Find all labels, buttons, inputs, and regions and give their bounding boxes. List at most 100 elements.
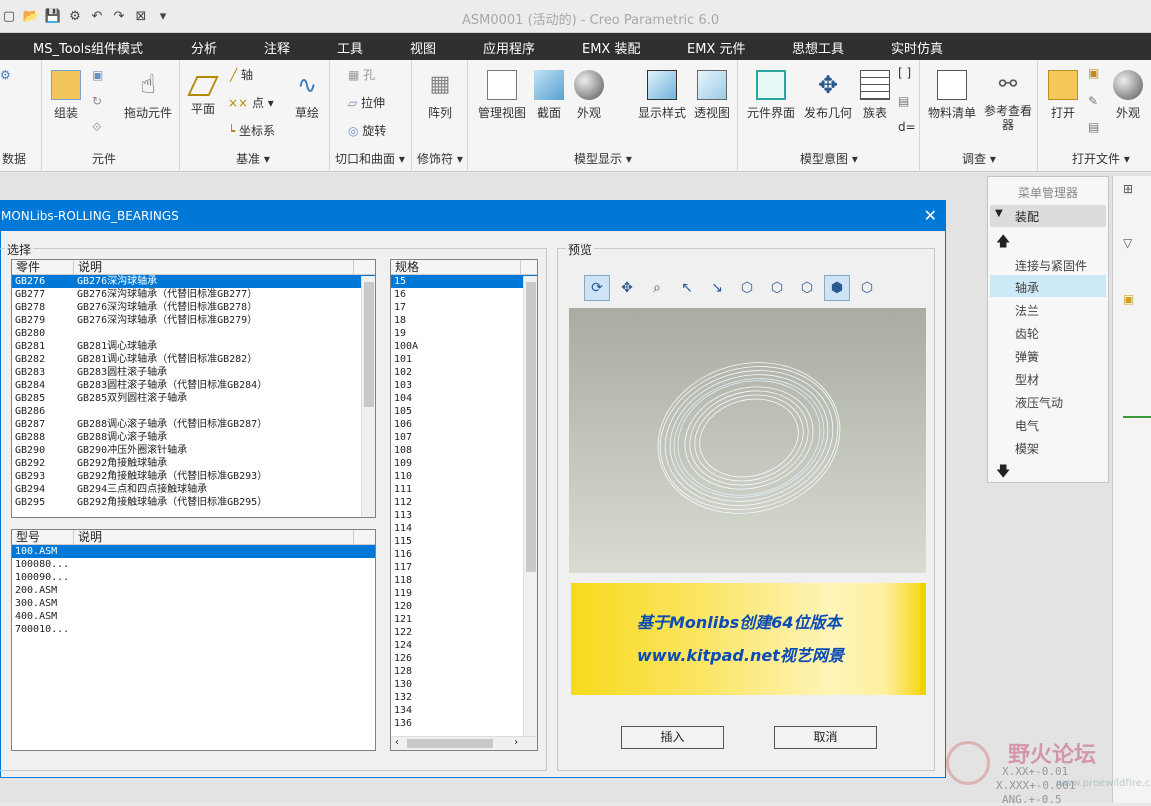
spec-list-row[interactable]: 112: [391, 496, 537, 509]
spec-list-row[interactable]: 132: [391, 691, 537, 704]
insert-button[interactable]: 插入: [621, 726, 724, 749]
menu-view[interactable]: 视图: [410, 38, 436, 57]
no-hidden-icon[interactable]: ⬡: [794, 275, 820, 301]
open-button[interactable]: 打开: [1042, 64, 1084, 121]
mirror-icon[interactable]: ⟐: [92, 120, 101, 135]
spec-list-row[interactable]: 103: [391, 379, 537, 392]
spec-list-row[interactable]: 102: [391, 366, 537, 379]
pattern-button[interactable]: ▦ 阵列: [422, 64, 458, 121]
new-icon[interactable]: ▢: [0, 6, 18, 26]
brackets-icon[interactable]: [ ]: [898, 66, 911, 80]
types-list-row[interactable]: 400.ASM: [12, 610, 375, 623]
spec-list-row[interactable]: 111: [391, 483, 537, 496]
spec-list-row[interactable]: 100A: [391, 340, 537, 353]
parts-list-row[interactable]: GB286: [12, 405, 375, 418]
extrude-button[interactable]: ▱ 拉伸: [348, 94, 385, 111]
group-label-model-intent[interactable]: 模型意图 ▾: [800, 150, 858, 167]
spec-list-row[interactable]: 115: [391, 535, 537, 548]
spec-list-row[interactable]: 105: [391, 405, 537, 418]
customize-icon[interactable]: ▾: [154, 6, 172, 26]
bom-button[interactable]: 物料清单: [926, 64, 978, 121]
spec-list-row[interactable]: 124: [391, 639, 537, 652]
spec-list-row[interactable]: 110: [391, 470, 537, 483]
parts-list-row[interactable]: GB279 GB276深沟球轴承（代替旧标准GB279）: [12, 314, 375, 327]
spec-list-row[interactable]: 109: [391, 457, 537, 470]
col-part[interactable]: 零件: [12, 260, 74, 274]
tree-icon[interactable]: ⊞: [1123, 182, 1133, 196]
spec-list-row[interactable]: 114: [391, 522, 537, 535]
manage-views-button[interactable]: 管理视图: [474, 64, 530, 121]
menu-annotate[interactable]: 注释: [264, 38, 290, 57]
parts-scrollbar[interactable]: [361, 276, 375, 517]
mm-item-gear[interactable]: 齿轮: [1015, 325, 1039, 342]
display-style-button[interactable]: 显示样式: [636, 64, 688, 121]
undo-icon[interactable]: ↶: [88, 6, 106, 26]
perspective-button[interactable]: 透视图: [690, 64, 734, 121]
menu-emx-component[interactable]: EMX 元件: [687, 38, 745, 57]
mm-item-hydraulic[interactable]: 液压气动: [1015, 394, 1063, 411]
view-next-icon[interactable]: ↘: [704, 275, 730, 301]
shaded-icon[interactable]: ⬢: [824, 275, 850, 301]
types-list-row[interactable]: 200.ASM: [12, 584, 375, 597]
csys-button[interactable]: ┕ 坐标系: [228, 122, 275, 139]
group-label-open-file[interactable]: 打开文件 ▾: [1072, 150, 1130, 167]
filter-icon[interactable]: ▽: [1123, 236, 1132, 250]
menu-emx-assembly[interactable]: EMX 装配: [582, 38, 640, 57]
rotate-icon[interactable]: ⟳: [584, 275, 610, 301]
mm-item-moldbase[interactable]: 模架: [1015, 440, 1039, 457]
menu-manager-section[interactable]: ▼ 装配: [990, 205, 1106, 227]
spec-list-row[interactable]: 121: [391, 613, 537, 626]
scroll-right-icon[interactable]: ›: [513, 737, 519, 748]
types-list-row[interactable]: 100090...: [12, 571, 375, 584]
spec-list-row[interactable]: 113: [391, 509, 537, 522]
menu-realtime-sim[interactable]: 实时仿真: [891, 38, 943, 57]
revolve-button[interactable]: ◎ 旋转: [348, 122, 386, 139]
spec-list-row[interactable]: 16: [391, 288, 537, 301]
spec-list-row[interactable]: 122: [391, 626, 537, 639]
col-description[interactable]: 说明: [74, 260, 354, 274]
reference-viewer-button[interactable]: ⚯ 参考查看器: [980, 64, 1036, 132]
spec-list-row[interactable]: 17: [391, 301, 537, 314]
preview-canvas[interactable]: [569, 308, 926, 573]
spec-list-row[interactable]: 118: [391, 574, 537, 587]
group-label-cut-surface[interactable]: 切口和曲面 ▾: [335, 150, 405, 167]
scroll-left-icon[interactable]: ‹: [394, 737, 400, 748]
group-label-datum[interactable]: 基准 ▾: [236, 150, 270, 167]
spec-list-row[interactable]: 134: [391, 704, 537, 717]
menu-thought-tools[interactable]: 思想工具: [792, 38, 844, 57]
refresh-icon[interactable]: ↻: [92, 94, 102, 108]
parts-list-row[interactable]: GB287 GB288调心滚子轴承（代替旧标准GB287）: [12, 418, 375, 431]
zoom-icon[interactable]: ⌕: [644, 275, 670, 301]
mm-item-electrical[interactable]: 电气: [1015, 417, 1039, 434]
drag-component-button[interactable]: ☝ 拖动元件: [120, 64, 176, 121]
spec-list-row[interactable]: 101: [391, 353, 537, 366]
view-prev-icon[interactable]: ↖: [674, 275, 700, 301]
spec-scrollbar[interactable]: [523, 276, 537, 736]
parts-list-row[interactable]: GB280: [12, 327, 375, 340]
spec-list-row[interactable]: 116: [391, 548, 537, 561]
parts-list-row[interactable]: GB278 GB276深沟球轴承（代替旧标准GB278）: [12, 301, 375, 314]
spec-list-row[interactable]: 130: [391, 678, 537, 691]
spec-list-row[interactable]: 136: [391, 717, 537, 730]
mm-item-fasteners[interactable]: 连接与紧固件: [1015, 257, 1087, 274]
more-icon[interactable]: ⬡: [854, 275, 880, 301]
menu-tools[interactable]: 工具: [337, 38, 363, 57]
group-label-investigate[interactable]: 调查 ▾: [962, 150, 996, 167]
arrow-up-icon[interactable]: 🡅: [996, 231, 1010, 255]
spec-list-row[interactable]: 117: [391, 561, 537, 574]
spec-list-row[interactable]: 19: [391, 327, 537, 340]
family-table-button[interactable]: 族表: [858, 64, 892, 121]
hidden-line-icon[interactable]: ⬡: [764, 275, 790, 301]
col-model[interactable]: 型号: [12, 530, 74, 544]
types-list-row[interactable]: 700010...: [12, 623, 375, 636]
pan-icon[interactable]: ✥: [614, 275, 640, 301]
parts-list-row[interactable]: GB281 GB281调心球轴承: [12, 340, 375, 353]
cancel-button[interactable]: 取消: [774, 726, 877, 749]
spec-list-row[interactable]: 107: [391, 431, 537, 444]
redo-icon[interactable]: ↷: [110, 6, 128, 26]
spec-list-row[interactable]: 104: [391, 392, 537, 405]
close-icon[interactable]: ✕: [924, 206, 937, 225]
parts-list-row[interactable]: GB283 GB283圆柱滚子轴承: [12, 366, 375, 379]
parts-list-row[interactable]: GB277 GB276深沟球轴承（代替旧标准GB277）: [12, 288, 375, 301]
open-icon[interactable]: 📂: [22, 6, 40, 26]
